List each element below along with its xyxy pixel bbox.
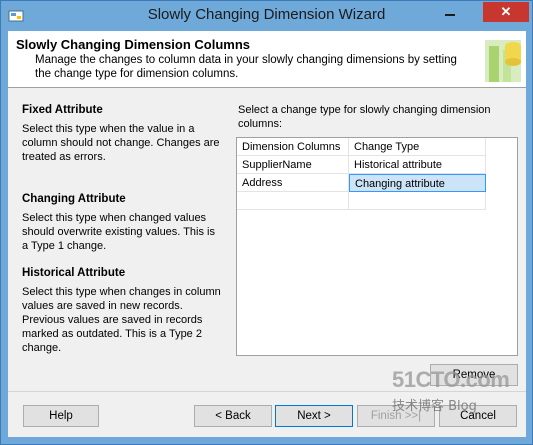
page-description: Manage the changes to column data in you… — [35, 54, 457, 80]
new-row[interactable] — [237, 192, 487, 210]
database-graphic-icon — [485, 40, 521, 82]
table-row[interactable]: SupplierName Historical attribute — [237, 156, 487, 174]
close-button[interactable]: ✕ — [483, 2, 529, 22]
historical-attribute-title: Historical Attribute — [22, 267, 126, 279]
table-row[interactable]: Address Changing attribute — [237, 174, 487, 192]
column-header-change-type[interactable]: Change Type — [349, 138, 486, 156]
fixed-attribute-title: Fixed Attribute — [22, 104, 103, 116]
column-header-dimension-columns[interactable]: Dimension Columns — [237, 138, 349, 156]
dimension-columns-grid[interactable]: Dimension Columns Change Type SupplierNa… — [236, 137, 518, 356]
footer-divider — [8, 391, 526, 392]
changing-attribute-help: Changing Attribute Select this type when… — [22, 193, 222, 253]
changing-attribute-title: Changing Attribute — [22, 193, 126, 205]
dimension-column-cell[interactable]: Address — [237, 174, 349, 192]
change-type-cell[interactable]: Historical attribute — [349, 156, 486, 174]
dimension-column-cell[interactable]: SupplierName — [237, 156, 349, 174]
historical-attribute-help: Historical Attribute Select this type wh… — [22, 267, 222, 355]
fixed-attribute-text: Select this type when the value in a col… — [22, 123, 220, 163]
new-row-type-cell[interactable] — [349, 192, 486, 210]
cancel-button[interactable]: Cancel — [439, 405, 517, 427]
finish-button[interactable]: Finish >>| — [357, 405, 435, 427]
grid-instruction: Select a change type for slowly changing… — [238, 104, 491, 130]
wizard-client-area: Slowly Changing Dimension Columns Manage… — [8, 31, 526, 437]
help-button[interactable]: Help — [23, 405, 99, 427]
changing-attribute-text: Select this type when changed values sho… — [22, 212, 215, 252]
wizard-window: Slowly Changing Dimension Wizard ✕ Slowl… — [0, 0, 533, 445]
minimize-button[interactable] — [437, 2, 463, 22]
close-icon: ✕ — [500, 4, 512, 19]
remove-button[interactable]: Remove — [430, 364, 518, 386]
next-button[interactable]: Next > — [275, 405, 353, 427]
grid-header-row: Dimension Columns Change Type — [237, 138, 487, 156]
change-type-dropdown[interactable]: Changing attribute — [349, 174, 486, 192]
fixed-attribute-help: Fixed Attribute Select this type when th… — [22, 104, 222, 164]
new-row-column-cell[interactable] — [237, 192, 349, 210]
title-bar[interactable]: Slowly Changing Dimension Wizard ✕ — [1, 1, 532, 31]
historical-attribute-text: Select this type when changes in column … — [22, 286, 221, 354]
page-header: Slowly Changing Dimension Columns Manage… — [8, 31, 526, 88]
back-button[interactable]: < Back — [194, 405, 272, 427]
page-title: Slowly Changing Dimension Columns — [16, 37, 251, 52]
